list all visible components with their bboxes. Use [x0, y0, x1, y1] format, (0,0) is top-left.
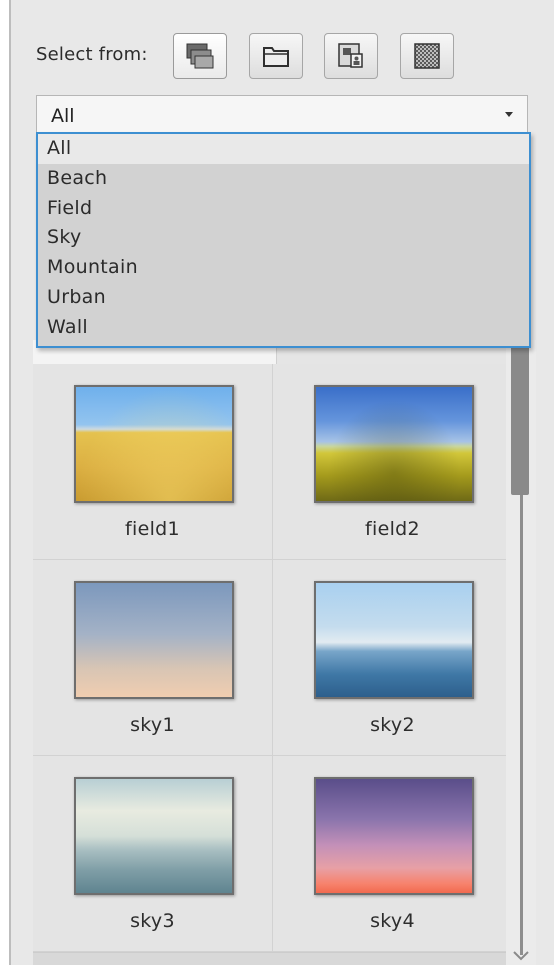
thumbnail-cell[interactable]: sky2	[273, 560, 513, 756]
thumbnail-label: field2	[365, 518, 420, 540]
grid-next-row-edge	[33, 952, 506, 965]
scroll-thumb[interactable]	[511, 340, 529, 495]
image-source-button[interactable]	[324, 33, 378, 79]
dropdown-option-all[interactable]: All	[38, 134, 529, 164]
pattern-source-button[interactable]	[400, 33, 454, 79]
scroll-down-button[interactable]	[511, 949, 531, 963]
layers-source-button[interactable]	[173, 33, 227, 79]
thumbnail-label: sky3	[130, 910, 175, 932]
thumbnail-label: field1	[125, 518, 180, 540]
chevron-down-icon	[513, 951, 529, 961]
field-thumbnail-image[interactable]	[74, 385, 234, 503]
sky-thumbnail-image[interactable]	[314, 777, 474, 895]
thumbnail-label: sky2	[370, 714, 415, 736]
thumbnail-cell[interactable]: sky4	[273, 756, 513, 952]
folder-source-button[interactable]	[249, 33, 303, 79]
field-thumbnail-image[interactable]	[314, 385, 474, 503]
thumbnail-label: sky4	[370, 910, 415, 932]
dropdown-option-urban[interactable]: Urban	[38, 283, 529, 313]
category-dropdown-list[interactable]: All Beach Field Sky Mountain Urban Wall	[36, 132, 531, 348]
thumbnail-cell[interactable]: field2	[273, 364, 513, 560]
folder-source-icon	[263, 47, 289, 67]
dropdown-arrow-icon[interactable]	[505, 112, 513, 117]
thumbnail-cell[interactable]: sky1	[33, 560, 273, 756]
dropdown-option-mountain[interactable]: Mountain	[38, 253, 529, 283]
select-from-label: Select from:	[36, 44, 148, 65]
dropdown-option-wall[interactable]: Wall	[38, 313, 529, 343]
thumbnail-cell[interactable]: field1	[33, 364, 273, 560]
layers-source-icon	[186, 43, 214, 69]
background-picker-panel: Select from: All field1 field2 sky1 sky2…	[9, 0, 554, 965]
dropdown-option-field[interactable]: Field	[38, 194, 529, 224]
dropdown-option-beach[interactable]: Beach	[38, 164, 529, 194]
thumbnail-label: sky1	[130, 714, 175, 736]
pattern-source-icon	[414, 43, 440, 69]
vertical-scrollbar[interactable]	[506, 340, 536, 965]
thumbnail-cell[interactable]: sky3	[33, 756, 273, 952]
sky-thumbnail-image[interactable]	[314, 581, 474, 699]
category-selected-value: All	[51, 105, 75, 127]
image-source-icon	[338, 43, 363, 68]
dropdown-option-sky[interactable]: Sky	[38, 223, 529, 253]
sky-thumbnail-image[interactable]	[74, 581, 234, 699]
sky-thumbnail-image[interactable]	[74, 777, 234, 895]
category-combobox[interactable]: All	[36, 95, 528, 133]
